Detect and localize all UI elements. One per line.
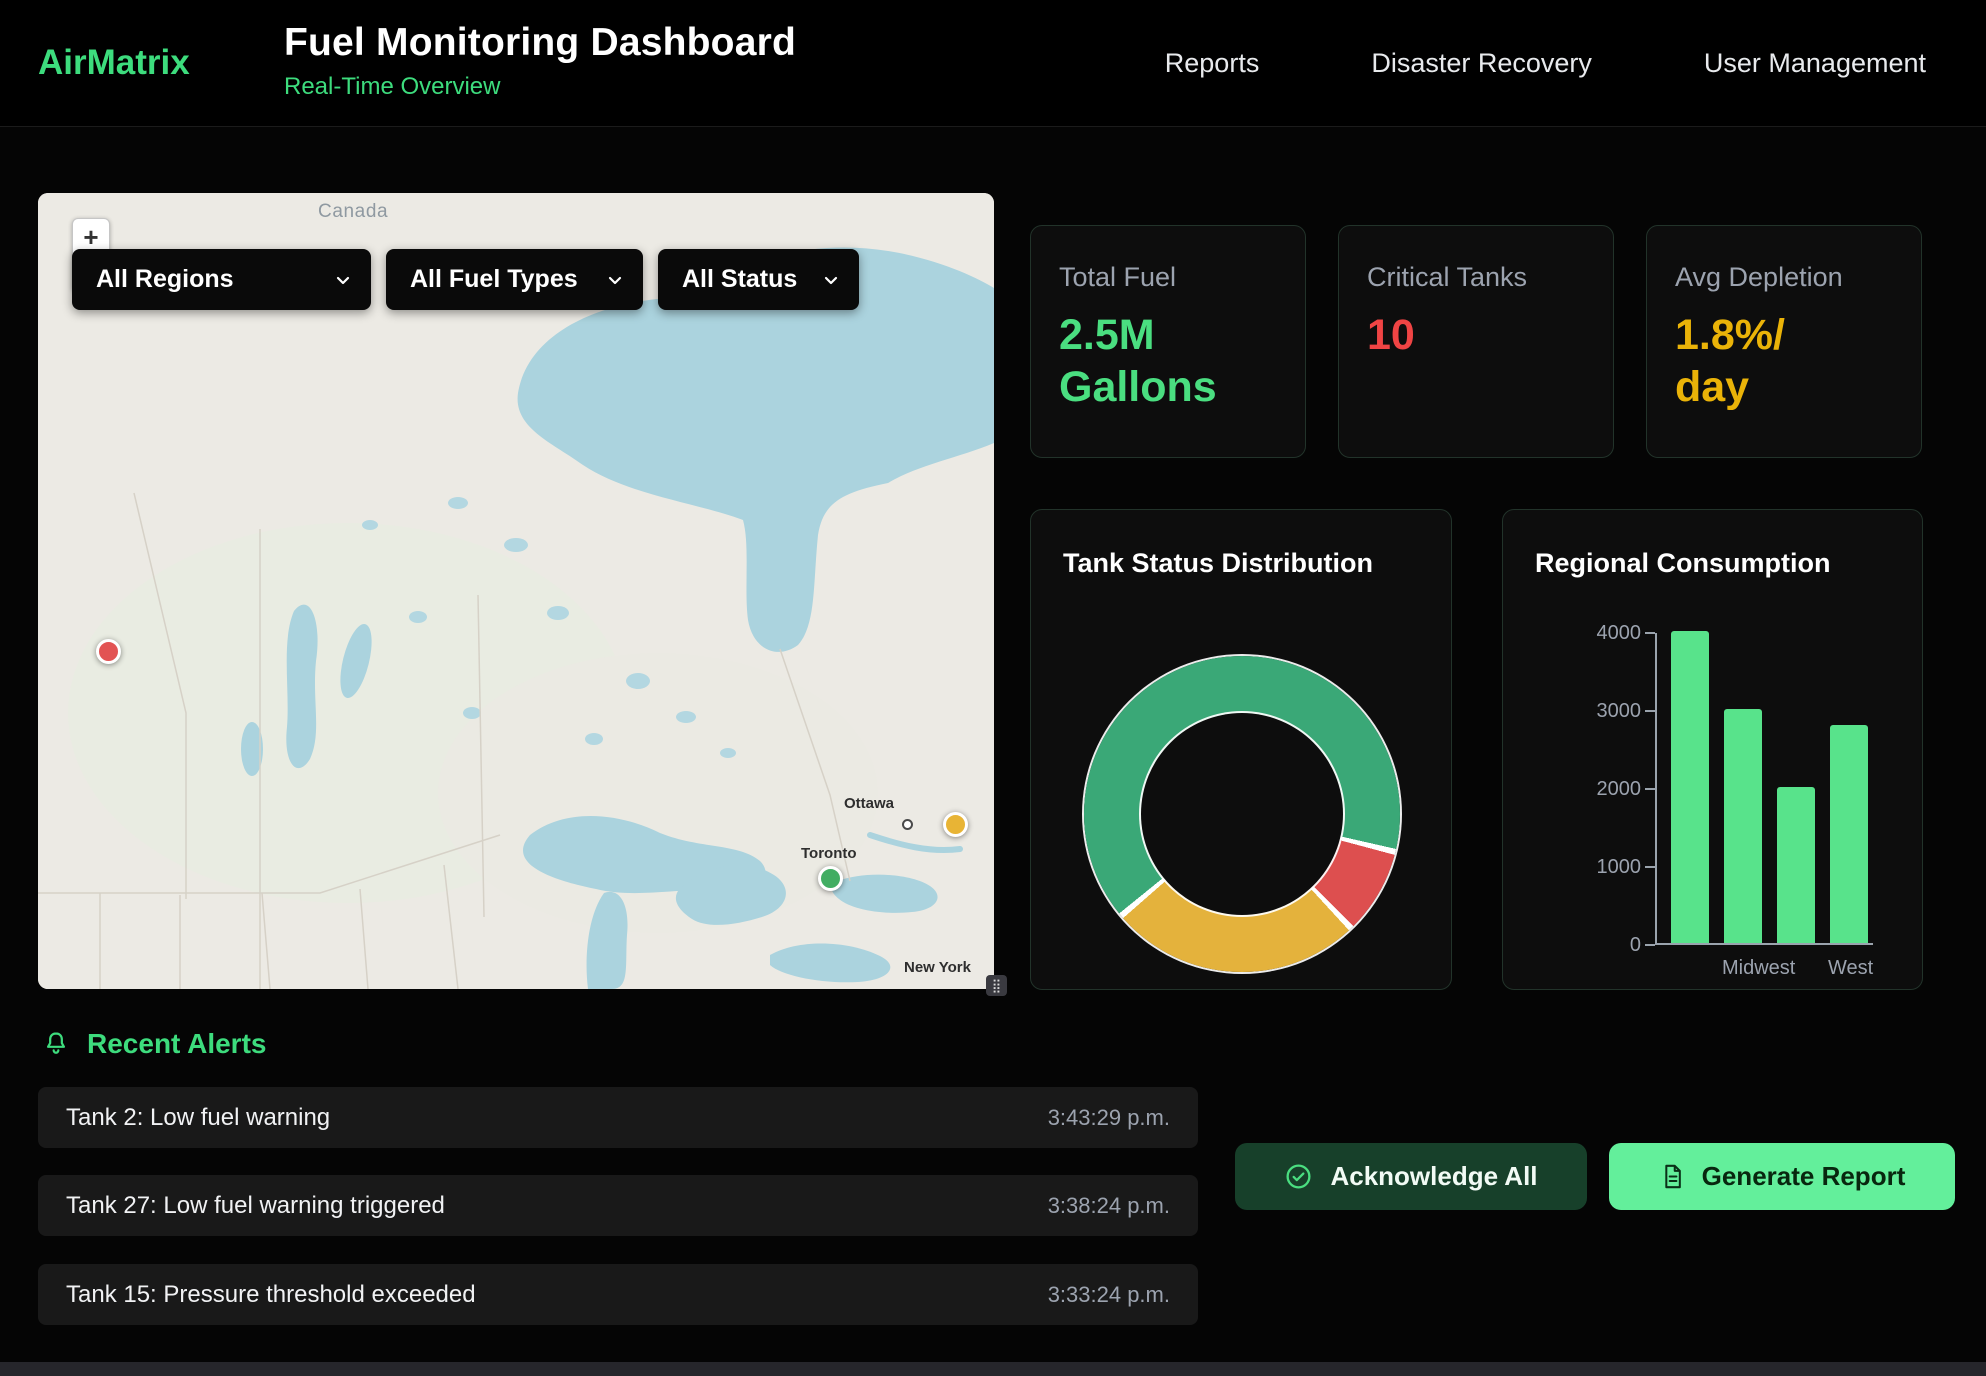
x-tick-label-1: Midwest <box>1722 957 1760 980</box>
fuel-types-filter-label: All Fuel Types <box>410 265 578 294</box>
map-canvas[interactable] <box>38 193 994 989</box>
stat-card-avg-depletion: Avg Depletion 1.8%/ day <box>1646 225 1922 458</box>
generate-report-button[interactable]: Generate Report <box>1609 1143 1955 1210</box>
y-tick-mark <box>1645 710 1655 712</box>
alert-message: Tank 27: Low fuel warning triggered <box>66 1192 445 1220</box>
lake-winnipeg-water <box>286 605 317 769</box>
stat-value: 10 <box>1367 309 1545 361</box>
nav-item-disaster-recovery[interactable]: Disaster Recovery <box>1371 48 1592 79</box>
bar-1 <box>1724 709 1762 943</box>
bar-chart-title: Regional Consumption <box>1535 548 1830 579</box>
title-block: Fuel Monitoring Dashboard Real-Time Over… <box>284 21 796 101</box>
fuel-types-filter-dropdown[interactable]: All Fuel Types <box>386 249 643 310</box>
map-label-canada: Canada <box>318 201 388 223</box>
check-circle-icon <box>1284 1162 1313 1191</box>
recent-alerts-heading: Recent Alerts <box>42 1028 266 1060</box>
map-label-ottawa: Ottawa <box>844 795 894 812</box>
alert-message: Tank 15: Pressure threshold exceeded <box>66 1281 476 1309</box>
y-tick-mark <box>1645 632 1655 634</box>
y-tick-label-0: 0 <box>1557 934 1641 957</box>
tank-marker-critical[interactable] <box>96 639 121 664</box>
y-tick-label-1000: 1000 <box>1557 856 1641 879</box>
donut-chart <box>1084 656 1400 972</box>
y-tick-label-2000: 2000 <box>1557 778 1641 801</box>
app-window: AirMatrix Fuel Monitoring Dashboard Real… <box>0 0 1986 1376</box>
stat-value: 1.8%/ day <box>1675 309 1853 414</box>
x-tick-label-2 <box>1775 957 1813 980</box>
nav-item-user-management[interactable]: User Management <box>1704 48 1926 79</box>
regions-filter-dropdown[interactable]: All Regions <box>72 249 371 310</box>
generate-report-label: Generate Report <box>1702 1161 1906 1192</box>
page-subtitle: Real-Time Overview <box>284 73 796 101</box>
donut-chart-title: Tank Status Distribution <box>1063 548 1373 579</box>
acknowledge-all-button[interactable]: Acknowledge All <box>1235 1143 1587 1210</box>
map-label-toronto: Toronto <box>801 845 857 862</box>
y-tick-mark <box>1645 944 1655 946</box>
alert-row[interactable]: Tank 27: Low fuel warning triggered 3:38… <box>38 1175 1198 1236</box>
alert-row[interactable]: Tank 2: Low fuel warning 3:43:29 p.m. <box>38 1087 1198 1148</box>
y-tick-mark <box>1645 866 1655 868</box>
bar-2 <box>1777 787 1815 943</box>
bar-3 <box>1830 725 1868 943</box>
capital-city-icon <box>902 819 913 830</box>
alert-timestamp: 3:33:24 p.m. <box>1048 1282 1170 1308</box>
stat-label: Total Fuel <box>1059 262 1277 293</box>
tank-marker-warning[interactable] <box>943 812 968 837</box>
acknowledge-all-label: Acknowledge All <box>1330 1161 1537 1192</box>
bar-chart-plot-area <box>1655 633 1873 945</box>
chevron-down-icon <box>605 270 625 290</box>
bar-0 <box>1671 631 1709 943</box>
y-tick-label-4000: 4000 <box>1557 622 1641 645</box>
status-filter-dropdown[interactable]: All Status <box>658 249 859 310</box>
stat-card-total-fuel: Total Fuel 2.5M Gallons <box>1030 225 1306 458</box>
map-filter-row: All Regions All Fuel Types All Status <box>72 249 859 310</box>
header: AirMatrix Fuel Monitoring Dashboard Real… <box>0 0 1986 127</box>
status-filter-label: All Status <box>682 265 797 294</box>
horizontal-scrollbar[interactable] <box>0 1362 1986 1376</box>
chevron-down-icon <box>821 270 841 290</box>
x-tick-label-0 <box>1669 957 1707 980</box>
x-tick-label-3: West <box>1828 957 1866 980</box>
bar-chart-x-labels: Midwest West <box>1669 957 1866 980</box>
stat-label: Avg Depletion <box>1675 262 1893 293</box>
regional-consumption-card: Regional Consumption 0 1000 2000 3000 4000 M… <box>1502 509 1923 990</box>
document-icon <box>1659 1163 1686 1190</box>
stat-label: Critical Tanks <box>1367 262 1585 293</box>
stat-card-critical-tanks: Critical Tanks 10 <box>1338 225 1614 458</box>
page-title: Fuel Monitoring Dashboard <box>284 21 796 65</box>
bell-icon <box>42 1030 70 1058</box>
chevron-down-icon <box>333 270 353 290</box>
tank-marker-normal[interactable] <box>818 866 843 891</box>
nav-item-reports[interactable]: Reports <box>1165 48 1260 79</box>
y-tick-label-3000: 3000 <box>1557 700 1641 723</box>
tank-status-card: Tank Status Distribution <box>1030 509 1452 990</box>
alert-message: Tank 2: Low fuel warning <box>66 1104 330 1132</box>
y-tick-mark <box>1645 788 1655 790</box>
alert-timestamp: 3:43:29 p.m. <box>1048 1105 1170 1131</box>
map-label-new-york: New York <box>904 959 971 976</box>
main-nav: Reports Disaster Recovery User Managemen… <box>1165 0 1926 126</box>
brand-logo: AirMatrix <box>38 43 190 83</box>
stat-value: 2.5M Gallons <box>1059 309 1237 414</box>
map-panel[interactable]: + − All Regions All Fuel Types All Statu… <box>38 193 994 989</box>
recent-alerts-title: Recent Alerts <box>87 1028 266 1060</box>
map-resize-handle[interactable]: ⣿ <box>986 975 1007 996</box>
regions-filter-label: All Regions <box>96 265 234 294</box>
alert-timestamp: 3:38:24 p.m. <box>1048 1193 1170 1219</box>
alert-row[interactable]: Tank 15: Pressure threshold exceeded 3:3… <box>38 1264 1198 1325</box>
